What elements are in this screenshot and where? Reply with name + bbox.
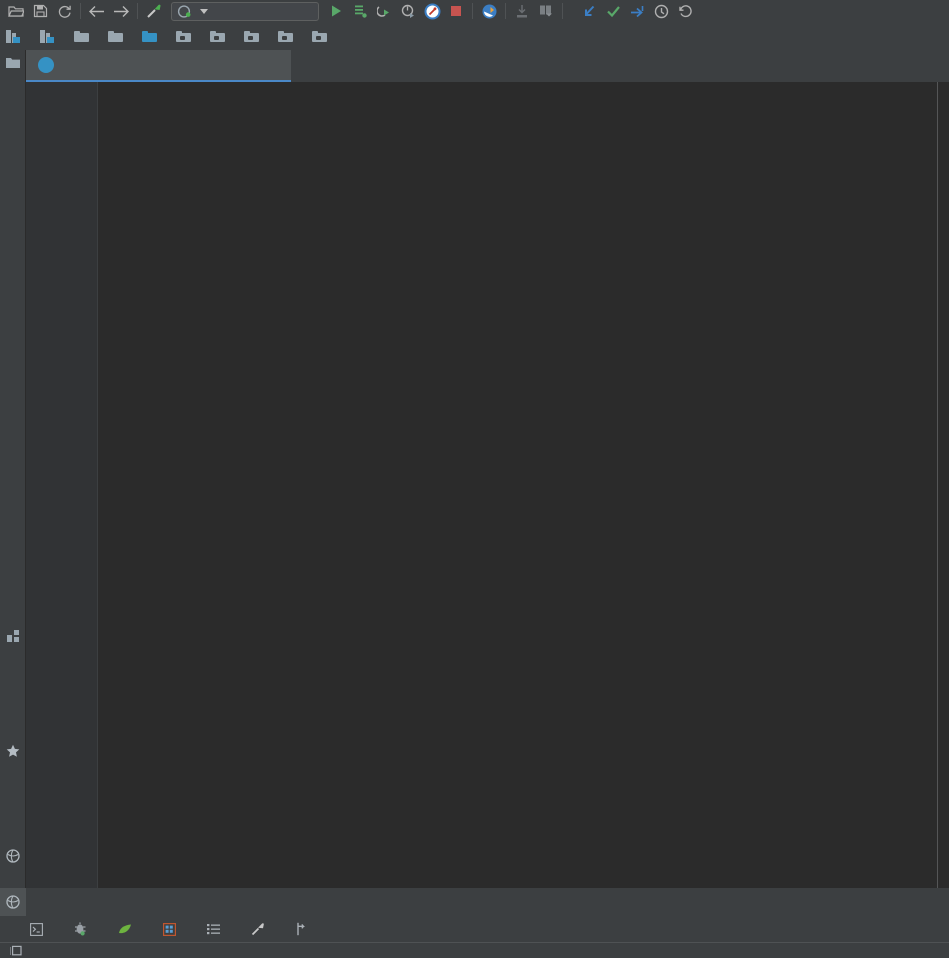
tool-window-debug[interactable]: [74, 922, 106, 936]
toolbar-separator: [472, 3, 473, 19]
forward-icon[interactable]: [109, 1, 133, 21]
star-icon: [6, 744, 20, 763]
tool-window-terminal[interactable]: [30, 922, 62, 936]
profile-icon[interactable]: [396, 1, 420, 21]
breadcrumb-item-main[interactable]: [108, 30, 128, 42]
package-icon: [176, 30, 191, 42]
editor-tab-bar: [26, 50, 949, 82]
breadcrumb-item-com[interactable]: [176, 30, 196, 42]
tool-window-favorites[interactable]: [0, 740, 26, 763]
git-commit-check-icon[interactable]: [601, 1, 625, 21]
right-margin-guide: [937, 82, 938, 888]
globe-icon: [6, 895, 20, 909]
vcs-status-icon: [10, 945, 22, 955]
structure-breadcrumb: [26, 888, 949, 916]
app-server-icon[interactable]: [477, 1, 501, 21]
tool-window-spring[interactable]: [118, 923, 151, 936]
todo-list-icon: [207, 924, 220, 935]
toolbar-separator: [562, 3, 563, 19]
module-icon: [6, 29, 21, 43]
run-icon[interactable]: [324, 1, 348, 21]
package-icon: [210, 30, 225, 42]
toolbar-separator: [505, 3, 506, 19]
java-enterprise-icon: [163, 922, 176, 936]
breadcrumb-item-xctech[interactable]: [210, 30, 230, 42]
package-icon: [312, 30, 327, 42]
folder-icon: [108, 30, 123, 42]
spring-boot-icon: [177, 4, 191, 18]
tool-window-web[interactable]: [0, 845, 26, 868]
commit-icon[interactable]: [534, 1, 558, 21]
navigation-breadcrumb-bar: [0, 22, 949, 50]
stop-icon[interactable]: [444, 1, 468, 21]
debug-bug-icon: [75, 922, 86, 936]
toolbar-separator: [80, 3, 81, 19]
status-bar: [0, 942, 949, 958]
breadcrumb-item-invest-compliance[interactable]: [6, 29, 26, 43]
spring-leaf-icon: [119, 924, 131, 933]
left-tool-window-stripe: [0, 50, 26, 888]
run-with-coverage-icon[interactable]: [348, 1, 372, 21]
git-rollback-icon[interactable]: [673, 1, 697, 21]
open-project-icon[interactable]: [4, 1, 28, 21]
tool-window-build[interactable]: [251, 922, 284, 936]
git-push-icon[interactable]: [625, 1, 649, 21]
breadcrumb-item-src[interactable]: [74, 30, 94, 42]
tool-window-todo[interactable]: [207, 923, 239, 935]
version-control-branch-icon: [297, 922, 305, 936]
debug-icon[interactable]: [372, 1, 396, 21]
folder-icon: [74, 30, 89, 42]
chevron-down-icon[interactable]: [200, 8, 208, 14]
build-hammer-icon: [251, 923, 264, 936]
package-icon: [244, 30, 259, 42]
source-root-folder-icon: [142, 30, 157, 42]
ide-window: [0, 0, 949, 958]
web-stripe-button-bottom[interactable]: [0, 888, 26, 916]
bottom-tool-window-bar: [0, 916, 949, 942]
code-editor[interactable]: [26, 82, 949, 888]
breadcrumb-item-java[interactable]: [142, 30, 162, 42]
globe-icon: [6, 849, 20, 868]
editor-tab-mccomputethreadpool[interactable]: [26, 50, 291, 82]
editor-gutter[interactable]: [26, 82, 98, 888]
project-folder-icon: [6, 56, 20, 74]
save-all-icon[interactable]: [28, 1, 52, 21]
structure-icon: [6, 629, 20, 647]
tool-window-java-enterprise[interactable]: [163, 922, 195, 936]
back-icon[interactable]: [85, 1, 109, 21]
breadcrumb-item-context[interactable]: [312, 30, 332, 42]
git-update-icon[interactable]: [577, 1, 601, 21]
update-project-icon[interactable]: [510, 1, 534, 21]
package-icon: [278, 30, 293, 42]
terminal-icon: [30, 922, 43, 936]
attach-process-icon[interactable]: [420, 1, 444, 21]
breadcrumb-item-service-impl[interactable]: [40, 29, 60, 43]
tool-window-version-control[interactable]: [296, 922, 327, 936]
git-history-icon[interactable]: [649, 1, 673, 21]
sync-refresh-icon[interactable]: [52, 1, 76, 21]
tool-window-project[interactable]: [0, 52, 26, 74]
breadcrumb-item-compute[interactable]: [278, 30, 298, 42]
module-icon: [40, 29, 55, 43]
breadcrumb-item-invest[interactable]: [244, 30, 264, 42]
build-hammer-icon[interactable]: [142, 1, 166, 21]
main-toolbar: [0, 0, 949, 22]
java-class-icon: [38, 57, 54, 73]
toolbar-separator: [137, 3, 138, 19]
run-configuration-selector[interactable]: [171, 1, 319, 21]
tool-window-structure[interactable]: [0, 625, 26, 647]
editor-code-area[interactable]: [98, 82, 949, 888]
